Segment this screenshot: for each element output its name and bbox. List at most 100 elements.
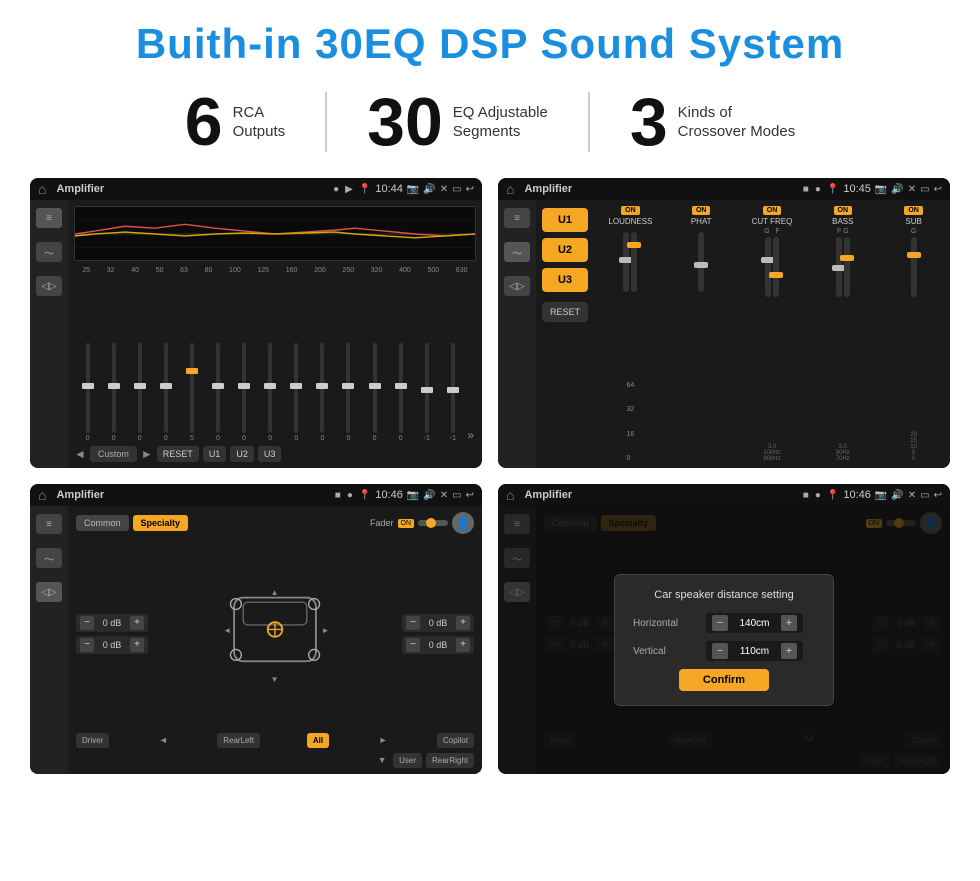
eq-slider-11[interactable]: 0 xyxy=(363,343,386,442)
down-arrow[interactable]: ▼ xyxy=(375,753,389,767)
eq-slider-12[interactable]: 0 xyxy=(389,343,412,442)
eq-bottom-bar: ◄ Custom ► RESET U1 U2 U3 xyxy=(74,446,476,462)
left-arrow[interactable]: ◄ xyxy=(156,733,170,747)
x-icon-1: ✕ xyxy=(440,184,448,195)
eq-slider-5[interactable]: 0 xyxy=(206,343,229,442)
loudness-slider-2[interactable] xyxy=(631,232,637,292)
rearleft-btn[interactable]: RearLeft xyxy=(217,733,260,748)
u1-button[interactable]: U1 xyxy=(542,208,588,232)
bass-slider-2[interactable] xyxy=(844,237,850,297)
eq-icon[interactable]: ≡ xyxy=(36,208,62,228)
next-arrow[interactable]: ► xyxy=(141,447,153,461)
screen-body-2: ≡ 〜 ◁▷ U1 U2 U3 RESET ON LO xyxy=(498,200,950,468)
db-plus-fr[interactable]: + xyxy=(456,616,470,630)
horizontal-minus[interactable]: − xyxy=(712,615,728,631)
back-icon-4[interactable]: ↩ xyxy=(934,490,942,501)
sub-slider[interactable] xyxy=(911,237,917,297)
u2-button[interactable]: U2 xyxy=(542,238,588,262)
u1-btn[interactable]: U1 xyxy=(203,446,227,462)
horizontal-row: Horizontal − 140cm + xyxy=(633,613,815,633)
phat-slider[interactable] xyxy=(698,232,704,292)
freq-125: 125 xyxy=(257,267,269,274)
vol-sidebar-icon-3[interactable]: ◁▷ xyxy=(36,582,62,602)
back-icon-1[interactable]: ↩ xyxy=(466,184,474,195)
db-plus-fl[interactable]: + xyxy=(130,616,144,630)
stat-label-crossover: Kinds ofCrossover Modes xyxy=(678,103,796,142)
vol-icon-1: 🔊 xyxy=(423,184,435,195)
eq-slider-4[interactable]: 5 xyxy=(180,343,203,442)
all-btn[interactable]: All xyxy=(307,733,329,748)
specialty-tab[interactable]: Specialty xyxy=(133,515,189,531)
loudness-label: LOUDNESS xyxy=(608,217,652,226)
user-btn[interactable]: User xyxy=(393,753,422,768)
cutfreq-slider-2[interactable] xyxy=(773,237,779,297)
eq-slider-2[interactable]: 0 xyxy=(128,343,151,442)
fader-track[interactable] xyxy=(418,520,448,526)
u3-btn[interactable]: U3 xyxy=(258,446,282,462)
rearright-btn[interactable]: RearRight xyxy=(426,753,474,768)
loudness-slider-1[interactable] xyxy=(623,232,629,292)
left-sidebar-3: ≡ 〜 ◁▷ xyxy=(30,506,68,774)
eq-slider-6[interactable]: 0 xyxy=(233,343,256,442)
confirm-button[interactable]: Confirm xyxy=(679,669,769,691)
eq-slider-3[interactable]: 0 xyxy=(154,343,177,442)
stat-number-crossover: 3 xyxy=(630,88,668,156)
prev-arrow[interactable]: ◄ xyxy=(74,447,86,461)
eq-slider-14[interactable]: -1 xyxy=(441,343,464,442)
screen-body-3: ≡ 〜 ◁▷ Common Specialty Fader ON 👤 xyxy=(30,506,482,774)
vol-sidebar-icon-2[interactable]: ◁▷ xyxy=(504,276,530,296)
play-icon-1: ▶ xyxy=(345,184,353,195)
dot-icon-2: ■ xyxy=(803,184,809,195)
back-icon-2[interactable]: ↩ xyxy=(934,184,942,195)
wave-icon-3[interactable]: 〜 xyxy=(36,548,62,568)
db-minus-rl[interactable]: − xyxy=(80,638,94,652)
db-minus-fr[interactable]: − xyxy=(406,616,420,630)
bass-slider-1[interactable] xyxy=(836,237,842,297)
freq-400: 400 xyxy=(399,267,411,274)
db-minus-rr[interactable]: − xyxy=(406,638,420,652)
home-icon-4[interactable]: ⌂ xyxy=(506,487,514,503)
right-arrow[interactable]: ► xyxy=(376,733,390,747)
horizontal-plus[interactable]: + xyxy=(781,615,797,631)
db-plus-rr[interactable]: + xyxy=(456,638,470,652)
home-icon-1[interactable]: ⌂ xyxy=(38,181,46,197)
cam-icon-4: 📷 xyxy=(875,490,887,501)
crossover-reset[interactable]: RESET xyxy=(542,302,588,322)
driver-btn[interactable]: Driver xyxy=(76,733,109,748)
eq-slider-0[interactable]: 0 xyxy=(76,343,99,442)
home-icon-2[interactable]: ⌂ xyxy=(506,181,514,197)
fader-on: ON xyxy=(398,519,415,528)
loudness-group: ON LOUDNESS 6432160 xyxy=(598,206,663,462)
cutfreq-slider-1[interactable] xyxy=(765,237,771,297)
eq-slider-8[interactable]: 0 xyxy=(285,343,308,442)
vertical-minus[interactable]: − xyxy=(712,643,728,659)
eq-content: 25 32 40 50 63 80 100 125 160 200 250 32… xyxy=(68,200,482,468)
reset-btn[interactable]: RESET xyxy=(157,446,199,462)
eq-slider-7[interactable]: 0 xyxy=(259,343,282,442)
db-minus-fl[interactable]: − xyxy=(80,616,94,630)
vol-sidebar-icon[interactable]: ◁▷ xyxy=(36,276,62,296)
expand-icon[interactable]: » xyxy=(467,428,474,442)
wave-icon-2[interactable]: 〜 xyxy=(504,242,530,262)
app-name-3: Amplifier xyxy=(56,489,328,501)
eq-slider-10[interactable]: 0 xyxy=(337,343,360,442)
back-icon-3[interactable]: ↩ xyxy=(466,490,474,501)
rect-icon-3: ▭ xyxy=(452,490,461,501)
home-icon-3[interactable]: ⌂ xyxy=(38,487,46,503)
wave-icon[interactable]: 〜 xyxy=(36,242,62,262)
eq-slider-13[interactable]: -1 xyxy=(415,343,438,442)
u3-button[interactable]: U3 xyxy=(542,268,588,292)
freq-500: 500 xyxy=(427,267,439,274)
x-icon-3: ✕ xyxy=(440,490,448,501)
copilot-btn[interactable]: Copilot xyxy=(437,733,474,748)
eq-slider-1[interactable]: 0 xyxy=(102,343,125,442)
speaker-main: − 0 dB + − 0 dB + xyxy=(76,539,474,728)
vertical-plus[interactable]: + xyxy=(781,643,797,659)
eq-slider-9[interactable]: 0 xyxy=(311,343,334,442)
u2-btn[interactable]: U2 xyxy=(230,446,254,462)
eq-icon-2[interactable]: ≡ xyxy=(504,208,530,228)
eq-icon-3[interactable]: ≡ xyxy=(36,514,62,534)
common-tab[interactable]: Common xyxy=(76,515,129,531)
db-plus-rl[interactable]: + xyxy=(130,638,144,652)
dialog-box: Car speaker distance setting Horizontal … xyxy=(614,574,834,706)
